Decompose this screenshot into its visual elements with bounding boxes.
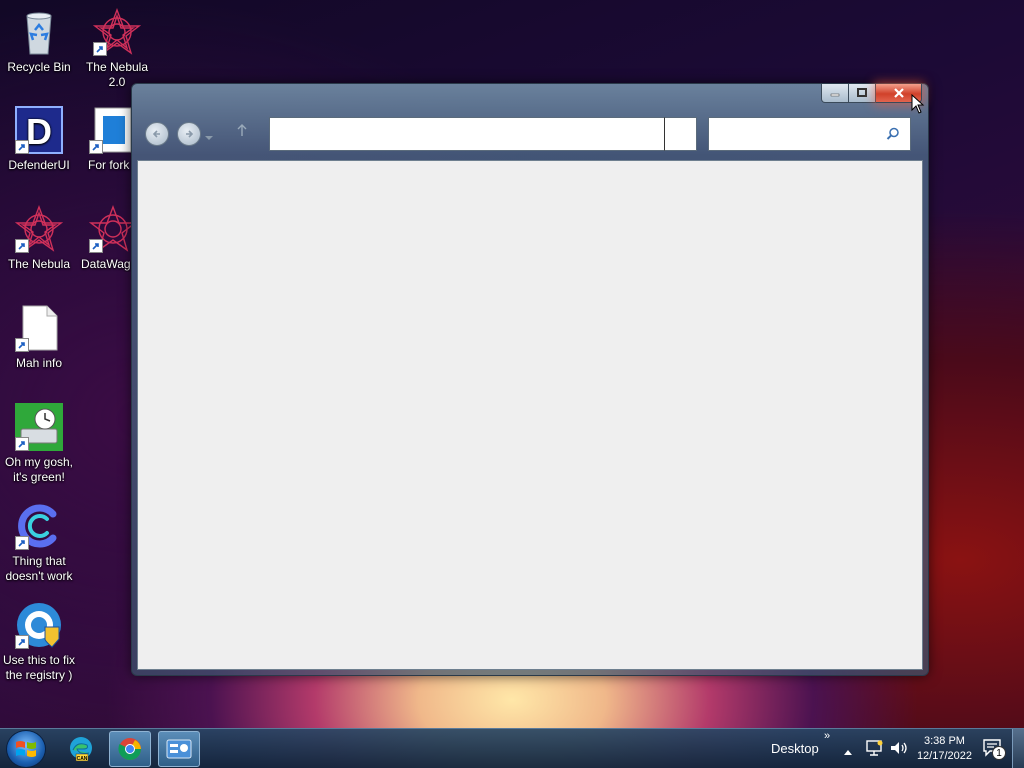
chevron-down-icon — [205, 136, 213, 140]
shortcut-arrow-icon — [15, 536, 29, 550]
icon-label: For fork — [88, 158, 130, 172]
taskbar-edge-button[interactable]: CAN — [60, 731, 102, 767]
show-desktop-button[interactable] — [1012, 729, 1024, 768]
action-center-button[interactable]: 1 — [982, 738, 1006, 760]
blank-file-icon — [15, 304, 63, 352]
chevron-up-icon — [844, 750, 852, 755]
taskbar-clock[interactable]: 3:38 PM 12/17/2022 — [917, 734, 972, 764]
nebula-icon — [88, 205, 132, 253]
maximize-icon — [857, 88, 867, 97]
maximize-button[interactable] — [849, 84, 876, 103]
address-dropdown-button[interactable] — [664, 117, 697, 151]
minimize-button[interactable] — [821, 84, 849, 103]
search-box[interactable] — [708, 117, 911, 151]
icon-label: Mah info — [15, 356, 63, 370]
forward-button[interactable] — [177, 122, 201, 146]
recent-locations-dropdown[interactable] — [204, 129, 214, 147]
speaker-icon — [891, 742, 907, 754]
recycle-bin-icon — [15, 8, 63, 56]
toolbar-expand-chevron-icon[interactable]: » — [824, 730, 830, 742]
mouse-cursor — [911, 93, 925, 119]
control-panel-icon — [166, 739, 192, 759]
shortcut-arrow-icon — [15, 140, 29, 154]
up-arrow-icon — [237, 124, 247, 136]
desktop-icon-thing[interactable]: Thing that doesn't work — [0, 502, 79, 584]
shortcut-arrow-icon — [15, 239, 29, 253]
svg-text:CAN: CAN — [77, 756, 88, 762]
network-icon — [866, 740, 883, 756]
svg-text:D: D — [26, 111, 52, 152]
registry-tool-icon — [15, 601, 63, 649]
desktop-icon-for-fork[interactable]: For fork — [77, 106, 137, 173]
edge-can-icon: CAN — [70, 737, 92, 762]
up-button[interactable] — [235, 122, 249, 143]
show-hidden-icons-button[interactable] — [843, 743, 853, 761]
network-tray-button[interactable] — [864, 739, 884, 762]
drive-clock-icon — [15, 403, 63, 451]
document-icon — [89, 106, 137, 154]
back-button[interactable] — [145, 122, 169, 146]
icon-label: DataWag — [81, 257, 131, 271]
forward-arrow-icon — [186, 130, 194, 138]
taskbar-control-panel-button[interactable] — [158, 731, 200, 767]
desktop-icon-defenderui[interactable]: D DefenderUI — [0, 106, 79, 173]
volume-tray-button[interactable] — [889, 739, 909, 762]
ccleaner-icon — [15, 502, 63, 550]
file-list-pane[interactable] — [137, 160, 923, 670]
icon-label: Recycle Bin — [7, 60, 71, 74]
close-icon — [893, 88, 904, 98]
clock-time: 3:38 PM — [923, 735, 965, 747]
defenderui-icon: D — [15, 106, 63, 154]
icon-label: Oh my gosh, it's green! — [4, 455, 74, 484]
desktop-icon-datawag[interactable]: DataWag — [77, 205, 132, 272]
desktop-icon-nebula[interactable]: The Nebula — [0, 205, 79, 272]
start-button[interactable] — [6, 730, 46, 768]
desktop-icon-nebula-2[interactable]: The Nebula 2.0 — [77, 8, 157, 90]
icon-label: Thing that doesn't work — [5, 554, 73, 583]
nebula-icon — [14, 205, 64, 253]
desktop-toolbar-label[interactable]: Desktop — [771, 741, 819, 756]
windows-logo-icon — [16, 741, 36, 757]
shortcut-arrow-icon — [93, 42, 107, 56]
desktop-icon-registry[interactable]: Use this to fix the registry ) — [0, 601, 79, 683]
explorer-window[interactable] — [131, 83, 929, 676]
shortcut-arrow-icon — [15, 437, 29, 451]
chrome-icon — [118, 738, 141, 760]
icon-label: Use this to fix the registry ) — [2, 653, 76, 682]
window-controls — [821, 84, 922, 103]
clock-date: 12/17/2022 — [916, 750, 972, 762]
shortcut-arrow-icon — [89, 140, 103, 154]
shortcut-arrow-icon — [15, 635, 29, 649]
shortcut-arrow-icon — [89, 239, 103, 253]
icon-label: DefenderUI — [8, 158, 70, 172]
notification-count-badge: 1 — [992, 746, 1006, 760]
cursor-arrow-icon — [911, 93, 925, 114]
desktop-icon-recycle-bin[interactable]: Recycle Bin — [0, 8, 79, 75]
desktop-icon-green[interactable]: Oh my gosh, it's green! — [0, 403, 79, 485]
icon-label: The Nebula — [7, 257, 71, 271]
taskbar: CAN Desktop » 3:38 PM 12/17/2022 1 — [0, 728, 1024, 768]
minimize-icon — [830, 93, 840, 97]
shortcut-arrow-icon — [15, 338, 29, 352]
back-arrow-icon — [152, 130, 160, 138]
desktop-icon-mah-info[interactable]: Mah info — [0, 304, 79, 371]
taskbar-chrome-button[interactable] — [109, 731, 151, 767]
nebula-icon — [92, 8, 142, 56]
address-bar[interactable] — [269, 117, 697, 151]
search-icon[interactable] — [886, 127, 900, 141]
